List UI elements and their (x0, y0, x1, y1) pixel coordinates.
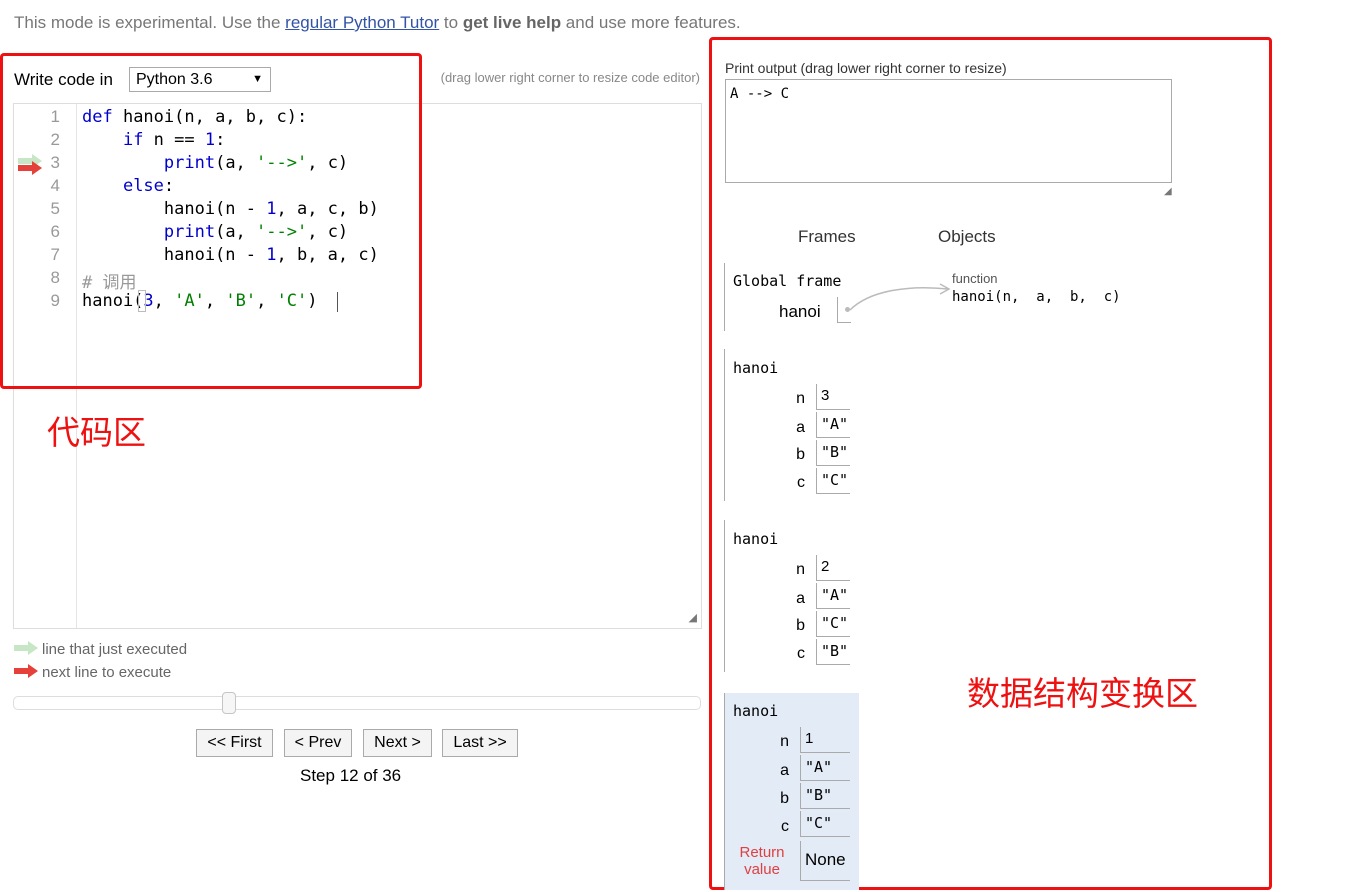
global-var-hanoi: hanoi (779, 302, 821, 321)
var-name: a (780, 762, 789, 779)
var-value: "C" (816, 468, 850, 494)
var-name: c (781, 818, 789, 835)
var-name: a (796, 590, 805, 607)
next-arrow-icon (14, 664, 38, 679)
frames-header: Frames (798, 227, 856, 246)
code-area-annotation: 代码区 (47, 414, 146, 451)
var-name: b (796, 446, 805, 463)
step-slider[interactable] (13, 692, 701, 714)
print-output-box[interactable]: A --> C (725, 79, 1172, 183)
regular-python-tutor-link[interactable]: regular Python Tutor (285, 13, 439, 32)
executed-arrow-icon (14, 641, 38, 656)
var-value: "C" (800, 811, 850, 837)
data-area-annotation: 数据结构变换区 (967, 675, 1198, 712)
var-value: "A" (816, 583, 850, 609)
frame-title: hanoi (733, 530, 779, 548)
var-value: 1 (800, 727, 850, 753)
first-button[interactable]: << First (196, 729, 273, 757)
frame-title: hanoi (733, 702, 779, 720)
var-name: c (797, 645, 805, 662)
function-object-signature: hanoi(n, a, b, c) (952, 289, 1121, 305)
hanoi-frame-3-current: hanoi n 1 a "A" b "B" c "C" Return value… (724, 693, 859, 890)
last-button[interactable]: Last >> (442, 729, 518, 757)
legend-next: next line to execute (14, 664, 171, 682)
frame-title: hanoi (733, 359, 779, 377)
return-value-label: Return value (739, 844, 785, 878)
hanoi-frame-2: hanoi n 2 a "A" b "C" c "B" (724, 520, 850, 672)
var-value: "A" (800, 755, 850, 781)
experimental-banner: This mode is experimental. Use the regul… (14, 13, 741, 32)
print-output-text: A --> C (730, 86, 790, 102)
global-frame: Global frame hanoi (724, 263, 851, 331)
var-value: 3 (816, 384, 850, 410)
next-button[interactable]: Next > (363, 729, 432, 757)
var-value: "B" (816, 639, 850, 665)
var-name: c (797, 474, 805, 491)
legend-executed: line that just executed (14, 641, 187, 659)
function-object-type: function (952, 271, 998, 286)
hanoi-frame-1: hanoi n 3 a "A" b "B" c "C" (724, 349, 850, 501)
print-output-label: Print output (drag lower right corner to… (725, 60, 1007, 76)
var-value: "C" (816, 611, 850, 637)
var-name: n (796, 390, 805, 407)
var-value: "B" (816, 440, 850, 466)
resize-hint: (drag lower right corner to resize code … (440, 70, 700, 85)
get-live-help-text: get live help (462, 13, 562, 32)
var-value: "A" (816, 412, 850, 438)
return-value: None (800, 841, 850, 881)
var-value: "B" (800, 783, 850, 809)
var-name: a (796, 419, 805, 436)
objects-header: Objects (938, 227, 996, 246)
var-value: 2 (816, 555, 850, 581)
var-name: b (780, 790, 789, 807)
prev-button[interactable]: < Prev (284, 729, 352, 757)
slider-handle[interactable] (222, 692, 236, 714)
var-name: n (780, 733, 789, 750)
editor-resize-grip-icon[interactable]: ◢ (689, 611, 697, 624)
global-frame-title: Global frame (733, 272, 842, 290)
var-name: b (796, 617, 805, 634)
output-resize-grip-icon[interactable]: ◢ (1164, 186, 1172, 197)
var-name: n (796, 561, 805, 578)
step-counter: Step 12 of 36 (300, 766, 402, 785)
code-area-highlight-box (0, 53, 422, 389)
pointer-arrow-icon (849, 283, 951, 311)
